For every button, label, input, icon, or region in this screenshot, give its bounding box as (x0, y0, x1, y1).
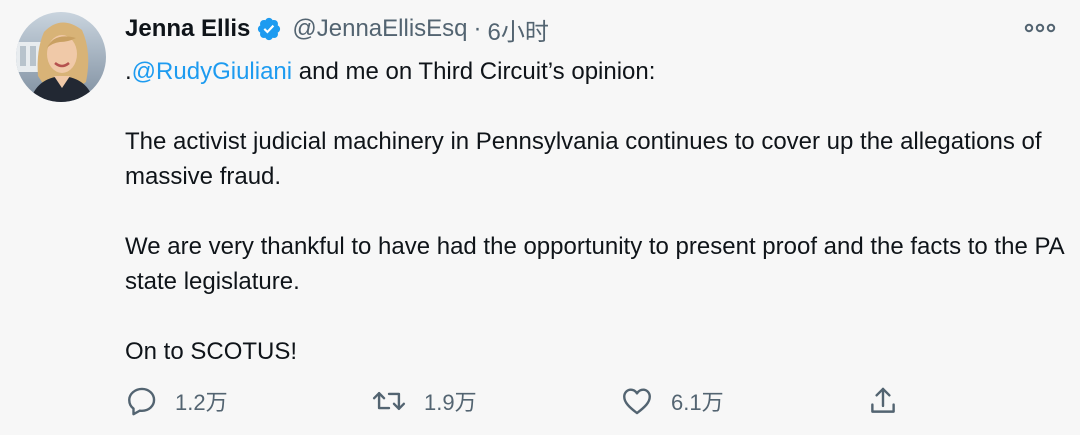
heart-icon (619, 384, 655, 418)
retweet-icon (370, 384, 408, 418)
more-options-icon[interactable] (1022, 17, 1058, 39)
mention-link[interactable]: @RudyGiuliani (132, 58, 292, 85)
tweet-header: Jenna Ellis @JennaEllisEsq · 6小时 (125, 12, 549, 46)
share-icon (866, 384, 900, 418)
verified-badge-icon (256, 16, 282, 42)
retweet-button[interactable]: 1.9万 (370, 381, 477, 421)
retweet-count: 1.9万 (424, 390, 477, 415)
tweet-actions: 1.2万 1.9万 6.1万 (0, 381, 1080, 421)
like-button[interactable]: 6.1万 (619, 381, 724, 421)
tweet-paragraph: .@RudyGiuliani and me on Third Circuit’s… (125, 54, 1065, 89)
body-prefix: . (125, 58, 132, 85)
tweet-paragraph: On to SCOTUS! (125, 338, 298, 365)
share-button[interactable] (866, 381, 900, 421)
tweet-timestamp[interactable]: 6小时 (488, 12, 549, 47)
avatar[interactable] (16, 12, 106, 102)
header-separator: · (473, 15, 482, 42)
body-line1-text: and me on Third Circuit’s opinion: (292, 58, 656, 85)
reply-count: 1.2万 (175, 390, 228, 415)
display-name[interactable]: Jenna Ellis (125, 15, 250, 43)
reply-icon (125, 384, 159, 418)
avatar-photo (16, 12, 106, 102)
tweet-paragraph: We are very thankful to have had the opp… (125, 233, 1064, 295)
like-count: 6.1万 (671, 390, 724, 415)
user-handle[interactable]: @JennaEllisEsq (292, 15, 467, 43)
reply-button[interactable]: 1.2万 (125, 381, 228, 421)
tweet-paragraph: The activist judicial machinery in Penns… (125, 128, 1042, 190)
tweet-card: Jenna Ellis @JennaEllisEsq · 6小时 .@RudyG… (0, 0, 1080, 435)
tweet-body: .@RudyGiuliani and me on Third Circuit’s… (125, 54, 1065, 369)
